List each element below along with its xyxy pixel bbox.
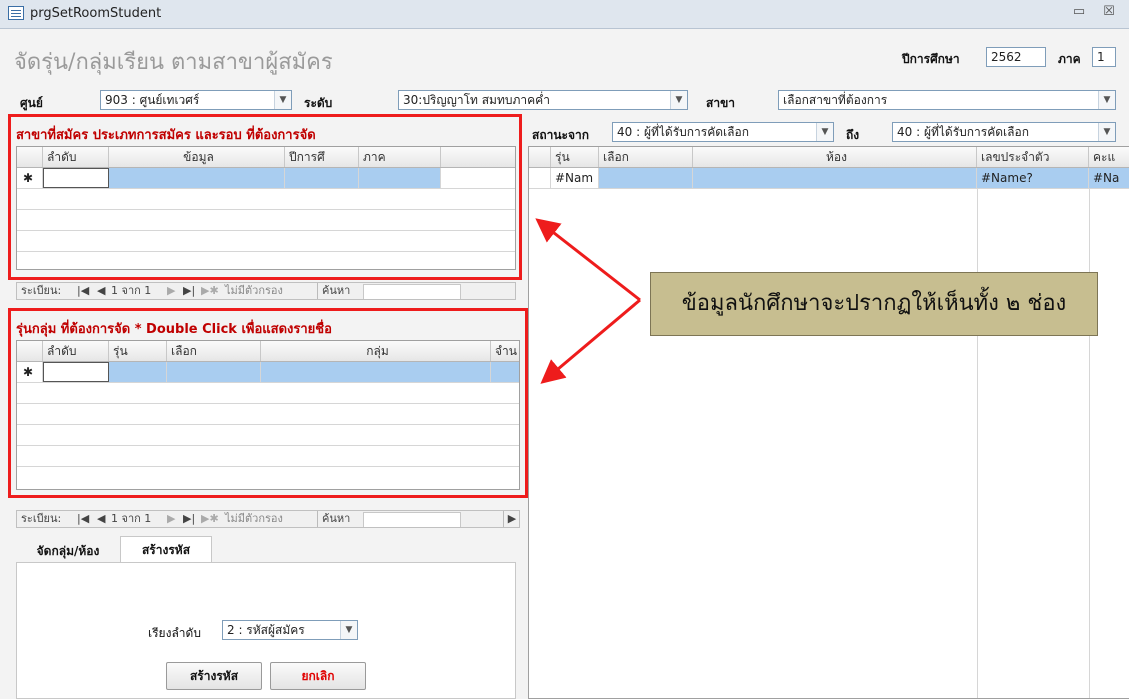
arrow-to-section2 <box>540 298 641 384</box>
callout-arrows <box>535 218 641 384</box>
arrow-to-section1 <box>535 218 641 302</box>
